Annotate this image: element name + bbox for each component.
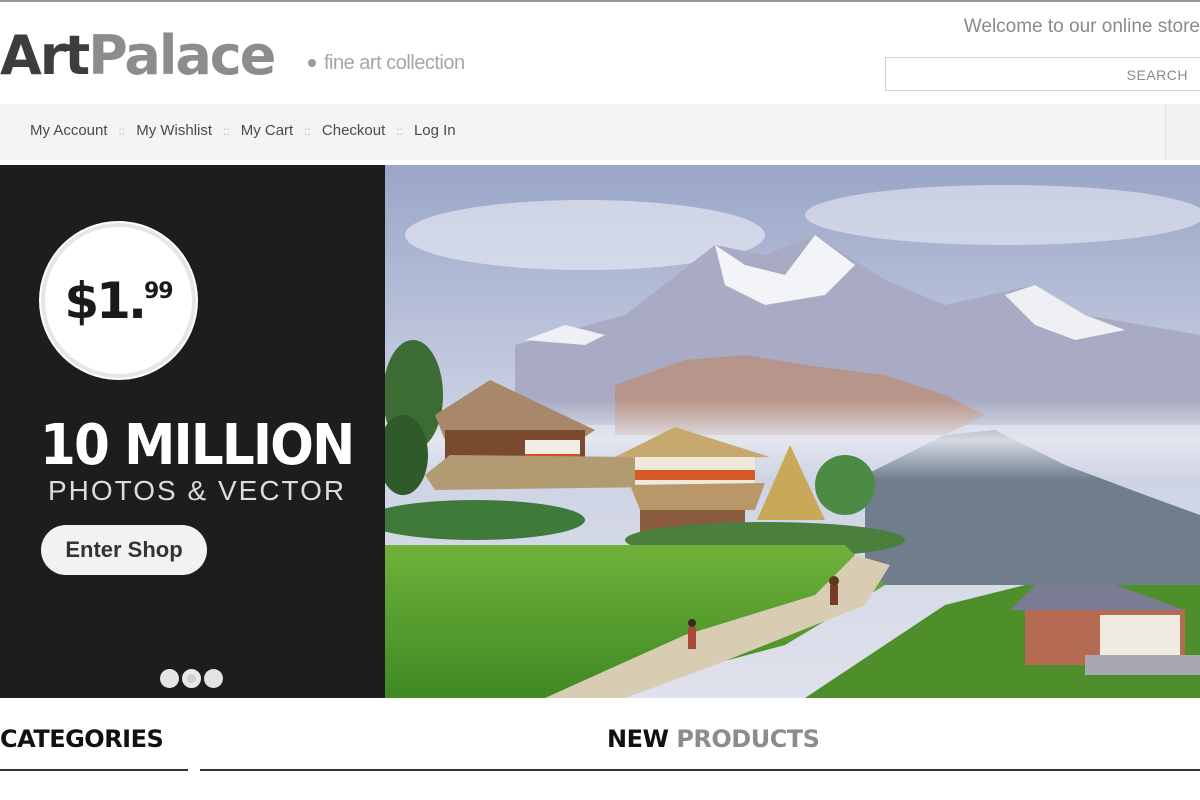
nav-separator: :: bbox=[223, 123, 230, 138]
promo-panel: $1. 99 10 MILLION PHOTOS & VECTOR Enter … bbox=[0, 165, 385, 698]
new-products-underline bbox=[200, 769, 1200, 771]
new-products-word1: NEW bbox=[607, 725, 669, 753]
logo-tagline: fine art collection bbox=[324, 52, 465, 74]
search-button[interactable]: SEARCH bbox=[1127, 67, 1188, 83]
new-products-heading: NEW PRODUCTS bbox=[607, 725, 820, 753]
hero-painting-image[interactable] bbox=[385, 165, 1200, 698]
nav-log-in[interactable]: Log In bbox=[414, 122, 456, 139]
price-dollars: $1. bbox=[64, 271, 147, 330]
nav-my-cart[interactable]: My Cart bbox=[241, 122, 294, 139]
site-logo[interactable]: Art Palace bbox=[0, 24, 276, 88]
nav-separator: :: bbox=[304, 123, 311, 138]
enter-shop-button[interactable]: Enter Shop bbox=[41, 525, 207, 575]
logo-palace: Palace bbox=[88, 24, 276, 87]
search-input[interactable] bbox=[886, 58, 1116, 90]
nav-links: My Account :: My Wishlist :: My Cart :: … bbox=[30, 122, 456, 139]
categories-heading: CATEGORIES bbox=[0, 725, 164, 753]
price-badge: $1. 99 bbox=[41, 223, 196, 378]
nav-separator: :: bbox=[118, 123, 126, 138]
landscape-painting bbox=[385, 165, 1200, 698]
hero-slider: $1. 99 10 MILLION PHOTOS & VECTOR Enter … bbox=[0, 165, 1200, 698]
nav-separator: :: bbox=[396, 123, 403, 138]
price-cents: 99 bbox=[143, 279, 174, 304]
logo-dot-icon bbox=[308, 59, 316, 67]
welcome-message: Welcome to our online store bbox=[963, 16, 1200, 37]
nav-checkout[interactable]: Checkout bbox=[322, 122, 385, 139]
nav-my-wishlist[interactable]: My Wishlist bbox=[136, 122, 212, 139]
slider-dot-1[interactable] bbox=[160, 669, 179, 688]
promo-subline: PHOTOS & VECTOR bbox=[48, 475, 347, 506]
search-box: SEARCH bbox=[885, 57, 1200, 91]
slider-dots bbox=[160, 669, 223, 688]
nav-my-account[interactable]: My Account bbox=[30, 122, 108, 139]
logo-art: Art bbox=[0, 24, 90, 87]
slider-dot-2[interactable] bbox=[182, 669, 201, 688]
promo-headline: 10 MILLION bbox=[40, 413, 355, 478]
slider-dot-3[interactable] bbox=[204, 669, 223, 688]
new-products-word2: PRODUCTS bbox=[676, 725, 820, 753]
categories-underline bbox=[0, 769, 188, 771]
account-nav: My Account :: My Wishlist :: My Cart :: … bbox=[0, 104, 1200, 160]
header: Art Palace fine art collection Welcome t… bbox=[0, 2, 1200, 104]
nav-right-panel bbox=[1165, 104, 1200, 160]
